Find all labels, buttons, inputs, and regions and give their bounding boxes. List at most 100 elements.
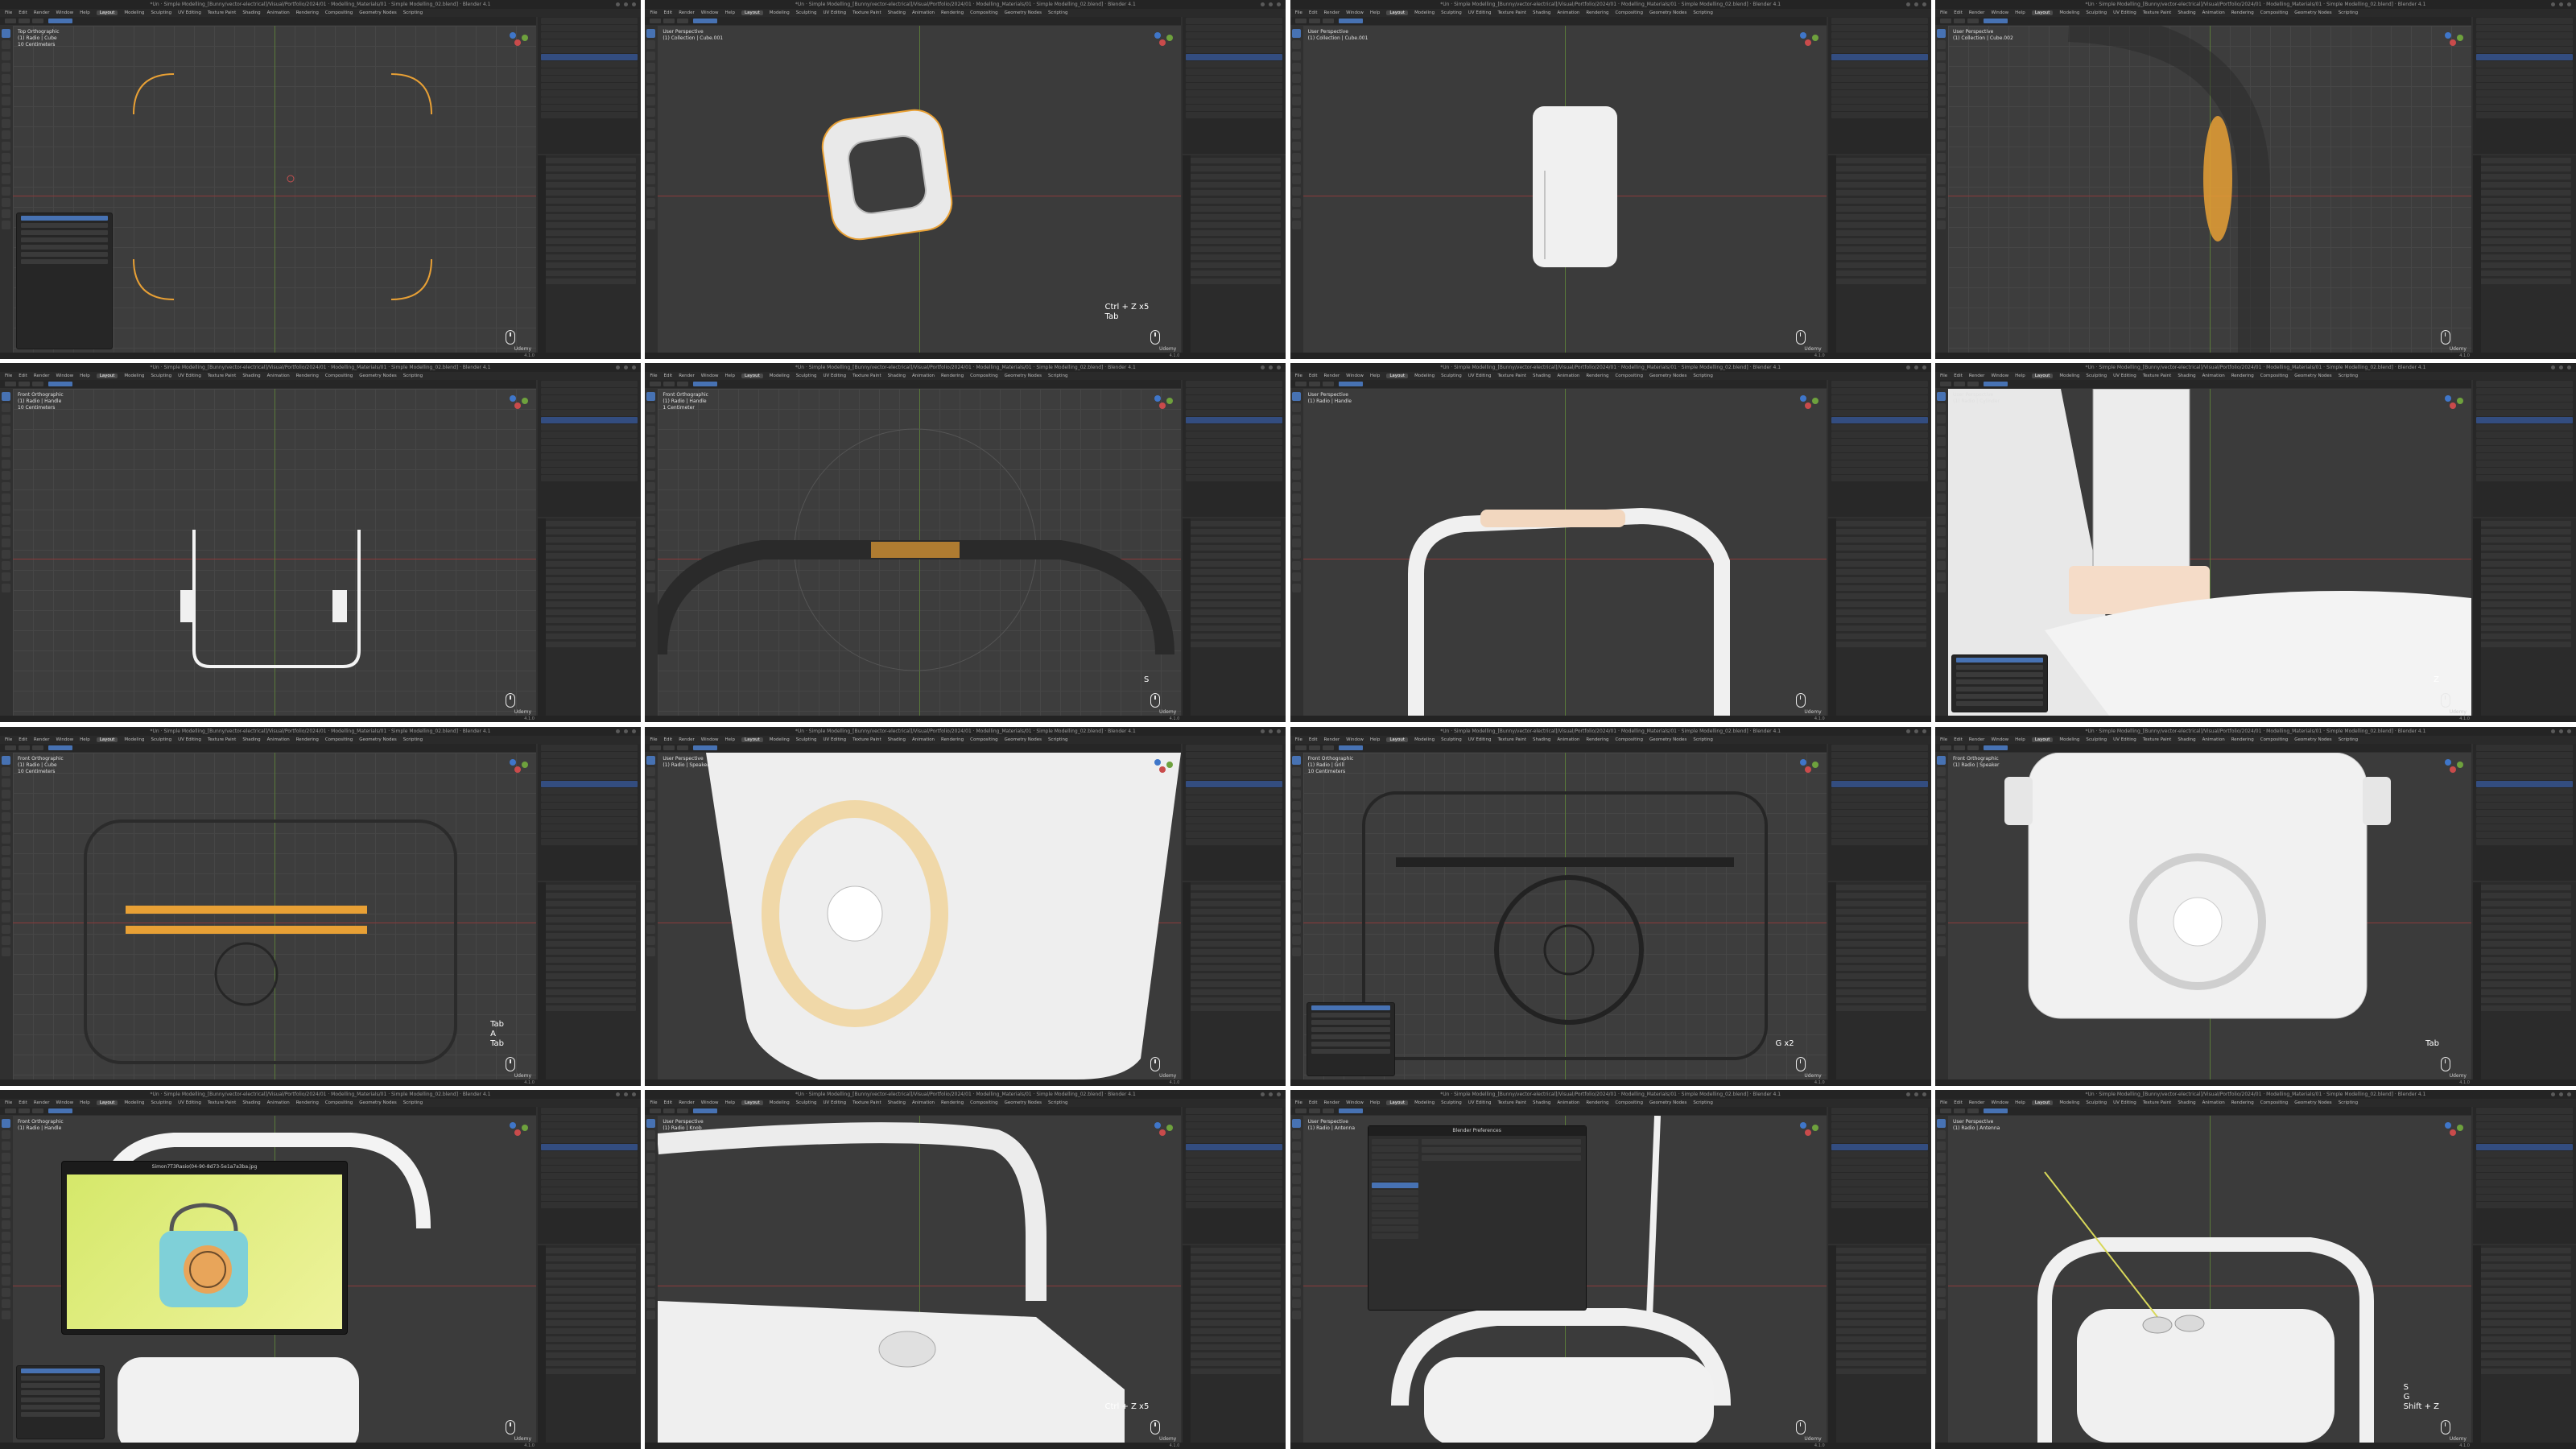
workspace-tab[interactable]: Animation — [912, 10, 935, 15]
menu-item[interactable]: File — [1295, 10, 1302, 15]
workspace-tab[interactable]: Rendering — [1586, 1100, 1608, 1105]
outliner-row[interactable] — [1831, 395, 1928, 402]
tool-icon[interactable] — [646, 437, 656, 447]
outliner-row[interactable] — [1186, 1172, 1283, 1179]
mode-selector[interactable] — [48, 745, 72, 750]
workspace-tab[interactable]: Texture Paint — [852, 10, 881, 15]
properties-tabs[interactable] — [1183, 518, 1191, 716]
outliner-row[interactable] — [1186, 1107, 1283, 1114]
tool-icon[interactable] — [1936, 834, 1946, 844]
tool-icon[interactable] — [2, 493, 10, 503]
property-row[interactable] — [543, 561, 636, 568]
menu-item[interactable]: Window — [701, 737, 719, 742]
header-menu-button[interactable] — [650, 382, 662, 387]
outliner-row[interactable] — [2475, 751, 2573, 758]
workspace-tab[interactable]: Sculpting — [1441, 1100, 1462, 1105]
minimize-icon[interactable] — [616, 1092, 620, 1096]
tool-icon[interactable] — [1291, 1298, 1301, 1308]
tool-icon[interactable] — [1291, 1129, 1301, 1139]
property-row[interactable] — [1832, 537, 1926, 543]
outliner-row[interactable] — [1186, 809, 1283, 816]
header-menu-button[interactable] — [1294, 1108, 1307, 1113]
properties-tabs[interactable] — [2472, 1245, 2481, 1443]
outliner-row[interactable] — [541, 439, 638, 446]
outliner-row[interactable] — [541, 97, 638, 104]
outliner-row[interactable] — [1831, 402, 1928, 410]
operator-panel[interactable] — [16, 1364, 105, 1439]
property-row[interactable] — [543, 158, 636, 163]
property-row[interactable] — [1187, 529, 1282, 535]
outliner-row[interactable] — [1831, 795, 1928, 802]
outliner-row[interactable] — [541, 802, 638, 809]
mode-selector[interactable] — [48, 1108, 72, 1113]
workspace-tab[interactable]: Animation — [2202, 374, 2225, 378]
outliner-panel[interactable] — [1183, 380, 1286, 518]
property-row[interactable] — [1832, 545, 1926, 551]
workspace-tab[interactable]: Modeling — [770, 10, 790, 15]
outliner-row[interactable] — [1831, 90, 1928, 97]
workspace-tab[interactable]: Modeling — [770, 374, 790, 378]
outliner-row[interactable] — [541, 18, 638, 24]
outliner-row[interactable] — [2475, 1194, 2573, 1201]
tool-icon[interactable] — [646, 890, 656, 900]
outliner-row[interactable] — [2475, 1143, 2573, 1150]
outliner-row[interactable] — [1186, 1121, 1283, 1129]
property-row[interactable] — [2477, 238, 2571, 244]
header-menu-button[interactable] — [32, 1108, 43, 1113]
property-row[interactable] — [543, 577, 636, 584]
outliner-row[interactable] — [2475, 402, 2573, 410]
property-row[interactable] — [543, 206, 636, 212]
tool-icon[interactable] — [2, 29, 10, 38]
property-row[interactable] — [2477, 569, 2571, 576]
menu-item[interactable]: Help — [2015, 10, 2025, 15]
outliner-row[interactable] — [1831, 83, 1928, 89]
menu-item[interactable]: Render — [1324, 1100, 1340, 1105]
mode-selector[interactable] — [1983, 382, 2008, 387]
tool-icon[interactable] — [1291, 935, 1301, 945]
outliner-row[interactable] — [1186, 39, 1283, 46]
outliner-row[interactable] — [1831, 105, 1928, 111]
property-row[interactable] — [2477, 932, 2571, 939]
outliner-row[interactable] — [541, 76, 638, 82]
tool-icon[interactable] — [1936, 527, 1946, 537]
outliner-row[interactable] — [1831, 32, 1928, 39]
tool-icon[interactable] — [1936, 426, 1946, 436]
outliner-row[interactable] — [1186, 787, 1283, 795]
close-icon[interactable] — [632, 729, 636, 733]
outliner-row[interactable] — [1831, 410, 1928, 417]
property-row[interactable] — [1187, 521, 1282, 527]
header-menu-button[interactable] — [677, 1108, 689, 1113]
header-menu-button[interactable] — [19, 19, 30, 23]
property-row[interactable] — [543, 609, 636, 616]
tool-icon[interactable] — [646, 1163, 656, 1173]
property-row[interactable] — [2477, 214, 2571, 220]
close-icon[interactable] — [2566, 2, 2571, 6]
outliner-row[interactable] — [2475, 744, 2573, 751]
tool-icon[interactable] — [1936, 85, 1946, 94]
outliner-row[interactable] — [1186, 453, 1283, 460]
menu-item[interactable]: Edit — [19, 374, 27, 378]
property-row[interactable] — [1832, 964, 1926, 971]
property-row[interactable] — [2477, 1287, 2571, 1294]
outliner-row[interactable] — [2475, 809, 2573, 816]
property-row[interactable] — [2477, 561, 2571, 568]
minimize-icon[interactable] — [1905, 2, 1910, 6]
property-row[interactable] — [1187, 948, 1282, 955]
maximize-icon[interactable] — [1269, 1092, 1274, 1096]
preferences-row[interactable] — [1421, 1146, 1581, 1153]
tool-icon[interactable] — [1936, 924, 1946, 934]
tool-icon[interactable] — [2, 1276, 10, 1286]
tool-icon[interactable] — [1936, 902, 1946, 911]
menu-item[interactable]: File — [5, 10, 12, 15]
tool-icon[interactable] — [2, 1174, 10, 1184]
menu-item[interactable]: Window — [1346, 10, 1364, 15]
minimize-icon[interactable] — [2550, 1092, 2555, 1096]
workspace-tab[interactable]: Geometry Nodes — [2294, 1100, 2331, 1105]
tool-icon[interactable] — [1291, 1242, 1301, 1252]
property-row[interactable] — [1187, 601, 1282, 608]
tool-icon[interactable] — [1291, 879, 1301, 889]
tool-icon[interactable] — [646, 1287, 656, 1297]
mode-selector[interactable] — [1983, 1108, 2008, 1113]
3d-viewport[interactable]: User Perspective (1) Collection | Cube.0… — [1947, 26, 2471, 353]
header-menu-button[interactable] — [663, 19, 675, 23]
